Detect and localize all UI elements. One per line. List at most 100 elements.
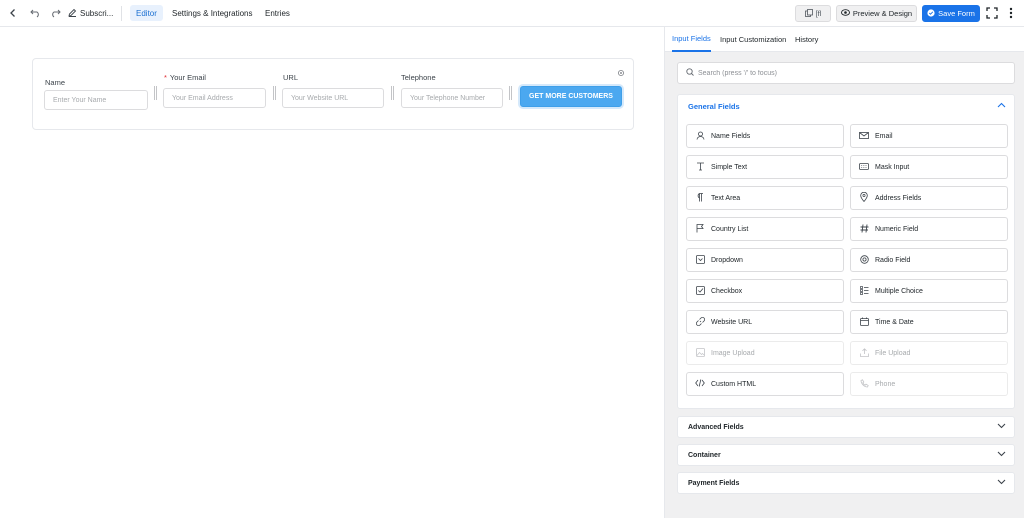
tab-input-customization[interactable]: Input Customization <box>720 27 786 52</box>
field-name-fields[interactable]: Name Fields <box>686 124 844 148</box>
field-label: Email <box>875 132 893 140</box>
payment-fields-title: Payment Fields <box>688 479 740 487</box>
tab-settings-integrations[interactable]: Settings & Integrations <box>166 5 259 21</box>
form-card[interactable]: Name Enter Your Name * Your Email Your Em… <box>32 58 634 130</box>
submit-button[interactable]: GET MORE CUSTOMERS <box>520 86 622 107</box>
email-label-text: Your Email <box>169 73 206 82</box>
field-label: Multiple Choice <box>875 287 923 295</box>
preview-label: Preview & Design <box>852 9 913 18</box>
location-pin-icon <box>859 191 869 204</box>
tab-input-fields[interactable]: Input Fields <box>672 27 711 52</box>
tab-editor[interactable]: Editor <box>130 5 163 21</box>
search-input[interactable] <box>698 69 998 77</box>
url-input[interactable]: Your Website URL <box>282 88 384 108</box>
field-time-date[interactable]: Time & Date <box>850 310 1008 334</box>
fields-sidebar: Input Fields Input Customization History… <box>664 27 1024 518</box>
field-numeric-field[interactable]: Numeric Field <box>850 217 1008 241</box>
field-label: Numeric Field <box>875 225 919 233</box>
general-fields-panel: General Fields Name Fields Email Simple … <box>677 94 1015 409</box>
calendar-icon <box>859 317 869 328</box>
column-resize-handle[interactable] <box>391 86 394 100</box>
save-check-icon <box>927 8 935 19</box>
field-label: Phone <box>875 380 896 388</box>
field-mask-input[interactable]: Mask Input <box>850 155 1008 179</box>
name-label-text: Name <box>45 78 66 87</box>
field-phone: Phone <box>850 372 1008 396</box>
field-text-area[interactable]: Text Area <box>686 186 844 210</box>
field-image-upload: Image Upload <box>686 341 844 365</box>
field-address-fields[interactable]: Address Fields <box>850 186 1008 210</box>
user-icon <box>695 131 705 142</box>
chevron-down-icon <box>997 422 1006 431</box>
settings-gear-icon[interactable] <box>617 69 625 79</box>
required-asterisk: * <box>164 73 167 82</box>
keyboard-icon <box>859 162 869 172</box>
more-vertical-icon[interactable] <box>1004 6 1018 20</box>
field-multiple-choice[interactable]: Multiple Choice <box>850 279 1008 303</box>
column-resize-handle[interactable] <box>509 86 512 100</box>
preview-design-button[interactable]: Preview & Design <box>836 5 917 22</box>
field-label: Checkbox <box>711 287 743 295</box>
field-label: Text Area <box>711 194 741 202</box>
radio-icon <box>859 254 869 266</box>
redo-icon[interactable] <box>48 6 62 20</box>
field-dropdown[interactable]: Dropdown <box>686 248 844 272</box>
url-field-label: URL <box>283 73 298 82</box>
name-field-label: Name <box>45 78 65 87</box>
general-fields-title[interactable]: General Fields <box>688 102 740 111</box>
code-icon <box>695 379 705 389</box>
advanced-fields-title: Advanced Fields <box>688 423 744 431</box>
container-panel[interactable]: Container <box>677 444 1015 466</box>
field-checkbox[interactable]: Checkbox <box>686 279 844 303</box>
field-label: Website URL <box>711 318 753 326</box>
field-label: Radio Field <box>875 256 911 264</box>
field-label: File Upload <box>875 349 911 357</box>
field-label: Simple Text <box>711 163 748 171</box>
search-field-box[interactable] <box>677 62 1015 84</box>
field-radio-field[interactable]: Radio Field <box>850 248 1008 272</box>
search-icon <box>686 68 694 78</box>
form-title-text: Subscri... <box>80 8 114 18</box>
save-label: Save Form <box>938 9 975 18</box>
copy-icon <box>804 8 813 19</box>
shortcode-button[interactable]: [fl <box>795 5 831 22</box>
tab-history[interactable]: History <box>795 27 818 52</box>
field-website-url[interactable]: Website URL <box>686 310 844 334</box>
flag-icon <box>695 223 705 235</box>
field-country-list[interactable]: Country List <box>686 217 844 241</box>
fullscreen-icon[interactable] <box>985 6 999 20</box>
field-label: Image Upload <box>711 349 755 357</box>
field-file-upload: File Upload <box>850 341 1008 365</box>
save-form-button[interactable]: Save Form <box>922 5 980 22</box>
telephone-label-text: Telephone <box>401 73 436 82</box>
field-email[interactable]: Email <box>850 124 1008 148</box>
advanced-fields-panel[interactable]: Advanced Fields <box>677 416 1015 438</box>
column-resize-handle[interactable] <box>273 86 276 100</box>
name-input[interactable]: Enter Your Name <box>44 90 148 110</box>
text-icon <box>695 162 705 173</box>
undo-icon[interactable] <box>28 6 42 20</box>
field-label: Country List <box>711 225 749 233</box>
sidebar-tabs: Input Fields Input Customization History <box>665 27 1024 52</box>
payment-fields-panel[interactable]: Payment Fields <box>677 472 1015 494</box>
form-title[interactable]: Subscri... <box>68 6 113 20</box>
field-simple-text[interactable]: Simple Text <box>686 155 844 179</box>
chevron-up-icon[interactable] <box>997 101 1006 110</box>
phone-icon <box>859 378 869 390</box>
paragraph-icon <box>695 192 705 204</box>
telephone-input[interactable]: Your Telephone Number <box>401 88 503 108</box>
back-chevron-icon[interactable] <box>6 6 20 20</box>
url-label-text: URL <box>283 73 299 82</box>
email-input[interactable]: Your Email Address <box>163 88 266 108</box>
form-editor-canvas: Name Enter Your Name * Your Email Your Em… <box>0 27 664 518</box>
shortcode-label: [fl <box>815 9 822 18</box>
field-custom-html[interactable]: Custom HTML <box>686 372 844 396</box>
column-resize-handle[interactable] <box>154 86 157 100</box>
field-label: Dropdown <box>711 256 743 264</box>
tab-entries[interactable]: Entries <box>259 5 296 21</box>
container-title: Container <box>688 451 721 459</box>
dropdown-icon <box>695 254 705 266</box>
field-label: Name Fields <box>711 132 751 140</box>
toolbar-divider <box>121 6 122 21</box>
field-label: Time & Date <box>875 318 914 326</box>
